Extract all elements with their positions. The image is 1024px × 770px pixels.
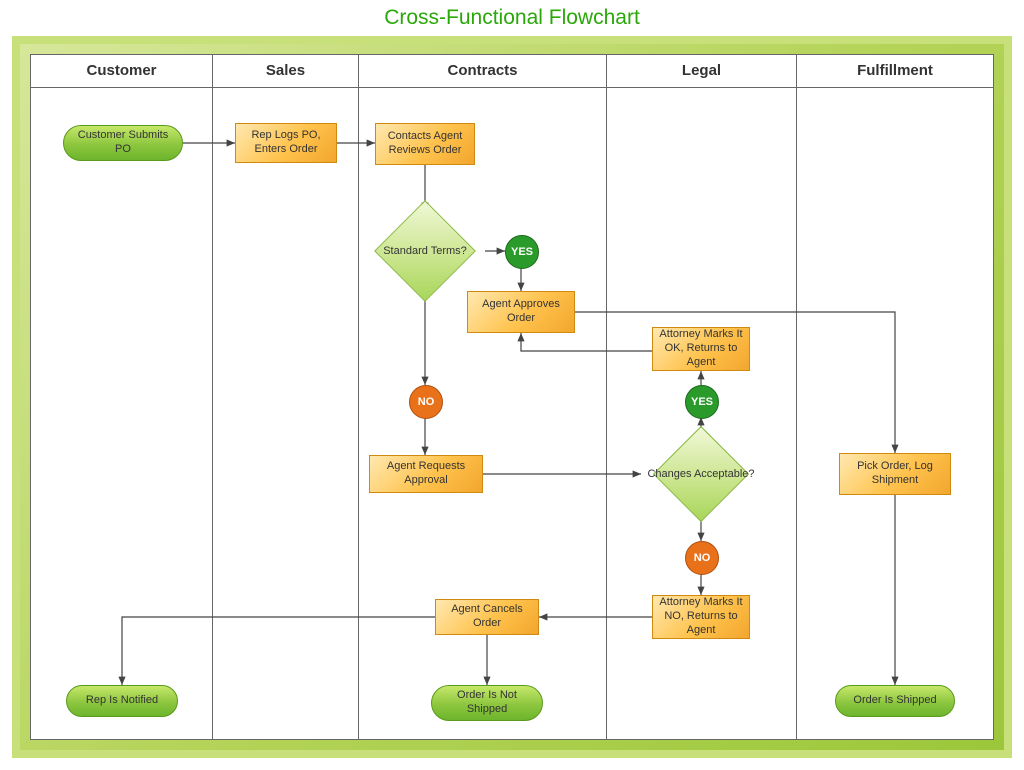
- decision-standard-terms: Standard Terms?: [365, 211, 485, 291]
- process-pick-order: Pick Order, Log Shipment: [839, 453, 951, 495]
- connector-no-standard-terms: NO: [409, 385, 443, 419]
- connector-layer: [31, 55, 993, 753]
- connector-yes-standard-terms: YES: [505, 235, 539, 269]
- diagram-title: Cross-Functional Flowchart: [0, 6, 1024, 30]
- terminator-order-shipped: Order Is Shipped: [835, 685, 955, 717]
- process-attorney-ok: Attorney Marks It OK, Returns to Agent: [652, 327, 750, 371]
- decision-changes-acceptable: Changes Acceptable?: [641, 435, 761, 513]
- process-rep-logs-po: Rep Logs PO, Enters Order: [235, 123, 337, 163]
- terminator-order-not-shipped: Order Is Not Shipped: [431, 685, 543, 721]
- terminator-rep-notified: Rep Is Notified: [66, 685, 178, 717]
- process-attorney-no: Attorney Marks It NO, Returns to Agent: [652, 595, 750, 639]
- connector-no-changes: NO: [685, 541, 719, 575]
- diagram-frame: Customer Sales Contracts Legal Fulfillme…: [12, 36, 1012, 758]
- terminator-customer-submits-po: Customer Submits PO: [63, 125, 183, 161]
- process-agent-approves: Agent Approves Order: [467, 291, 575, 333]
- connector-yes-changes: YES: [685, 385, 719, 419]
- process-contacts-agent-reviews: Contacts Agent Reviews Order: [375, 123, 475, 165]
- process-agent-requests-approval: Agent Requests Approval: [369, 455, 483, 493]
- swimlanes: Customer Sales Contracts Legal Fulfillme…: [30, 54, 994, 740]
- diagram-stage: Cross-Functional Flowchart Customer Sale…: [0, 0, 1024, 770]
- process-agent-cancels: Agent Cancels Order: [435, 599, 539, 635]
